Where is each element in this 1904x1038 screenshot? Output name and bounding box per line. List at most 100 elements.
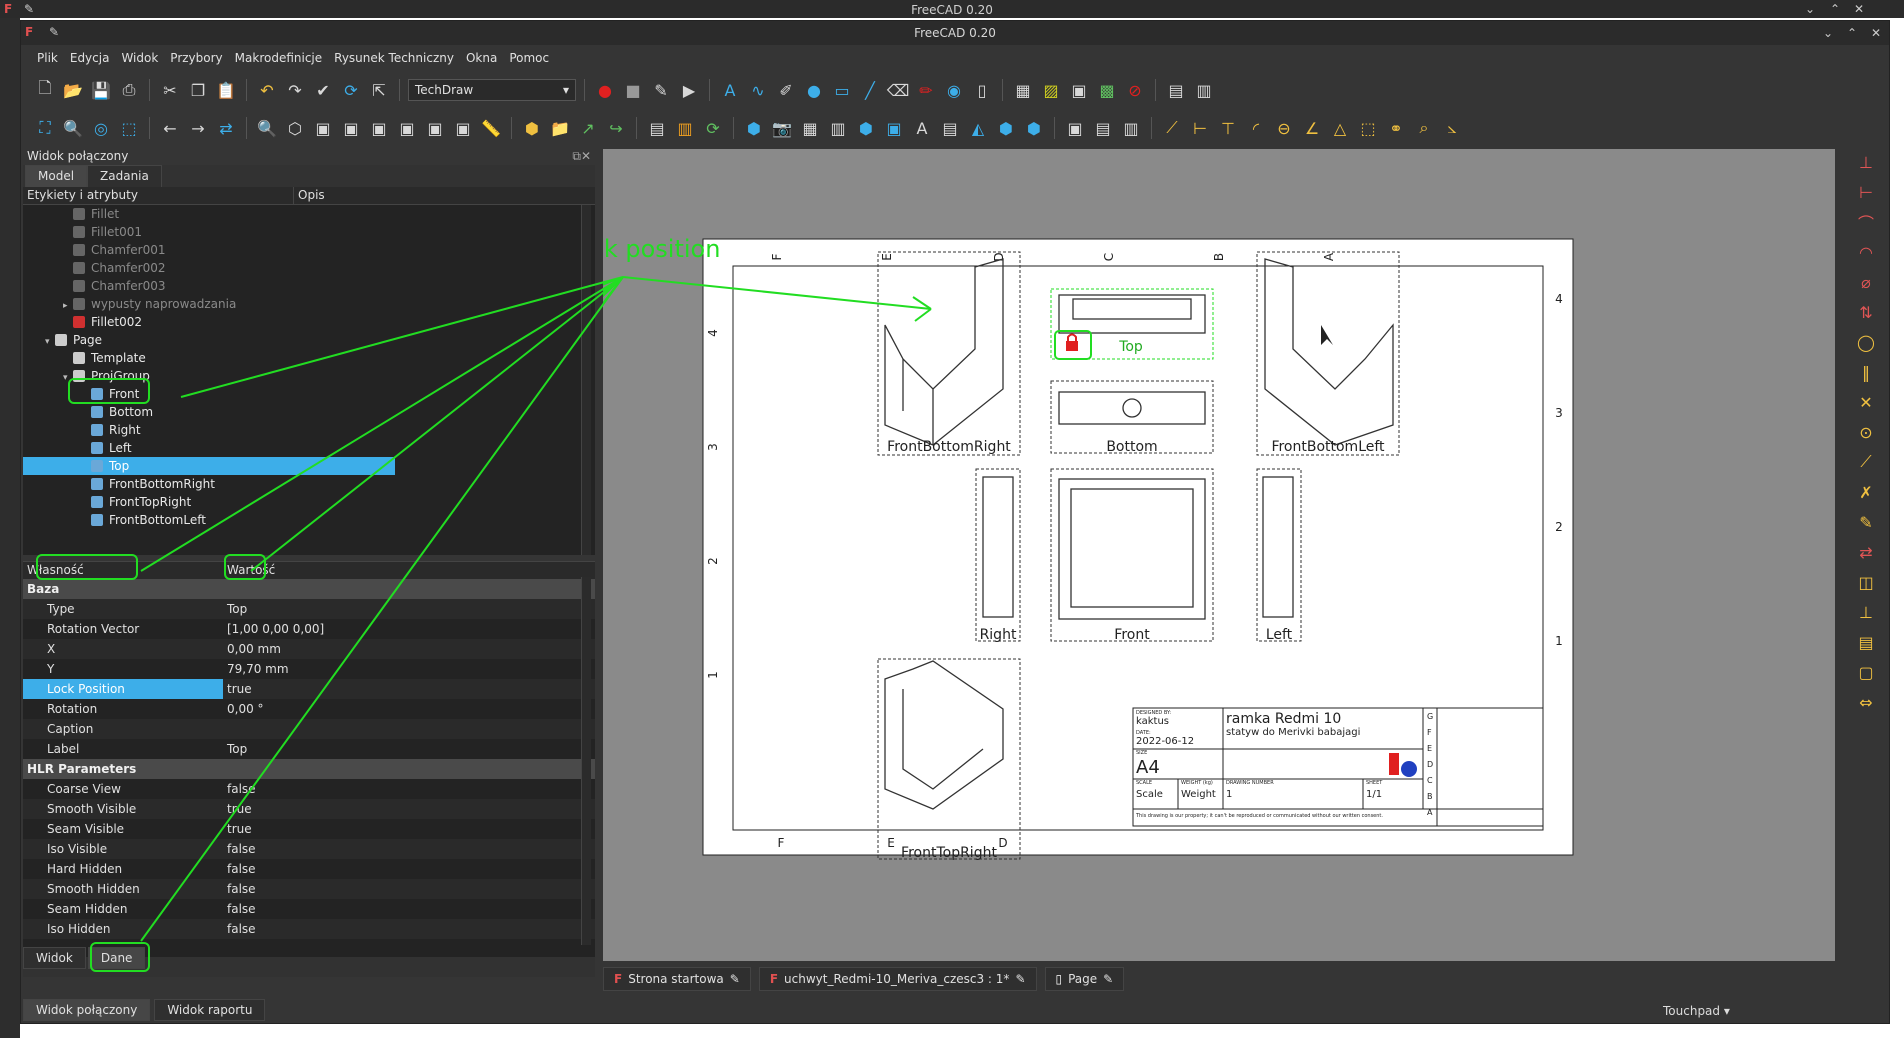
undo-icon[interactable]: ↶	[255, 78, 279, 102]
tab-zadania[interactable]: Zadania	[87, 165, 162, 187]
redo-icon[interactable]: ↷	[283, 78, 307, 102]
template-icon[interactable]: ▥	[673, 116, 697, 140]
length-dimension-icon[interactable]: ⟋	[1160, 116, 1184, 140]
property-value[interactable]: Top	[223, 739, 595, 759]
property-row-lock-position[interactable]: Lock Position true	[23, 679, 595, 699]
rear-view-icon[interactable]: ▣	[395, 116, 419, 140]
property-scrollbar[interactable]	[581, 577, 591, 945]
part-icon[interactable]: ⬢	[520, 116, 544, 140]
paste-icon[interactable]: 📋	[214, 78, 238, 102]
arc-length-icon[interactable]: ◠	[1843, 237, 1889, 267]
menu-okna[interactable]: Okna	[460, 49, 503, 69]
property-value[interactable]: [1,00 0,00 0,00]	[223, 619, 595, 639]
property-row-seam-visible[interactable]: Seam Visible true	[23, 819, 595, 839]
prop-col-value[interactable]: Wartość	[223, 562, 279, 579]
line-icon[interactable]: ╱	[858, 78, 882, 102]
dimension-chain-icon[interactable]: ⊥	[1843, 147, 1889, 177]
point-icon[interactable]: ●	[802, 78, 826, 102]
change-line-icon[interactable]: ⇄	[1843, 537, 1889, 567]
tree-item-chamfer002[interactable]: Chamfer002	[23, 259, 595, 277]
draft-view-icon[interactable]: ▣	[882, 116, 906, 140]
property-value[interactable]: false	[223, 859, 595, 879]
pen-icon[interactable]: ✏	[914, 78, 938, 102]
property-row-type[interactable]: Type Top	[23, 599, 595, 619]
whats-this-icon[interactable]: ⇱	[367, 78, 391, 102]
menu-widok[interactable]: Widok	[115, 49, 164, 69]
extent-dimension-icon[interactable]: ⬚	[1356, 116, 1380, 140]
tree-item-chamfer001[interactable]: Chamfer001	[23, 241, 595, 259]
tree-col-description[interactable]: Opis	[293, 187, 393, 204]
prop-col-property[interactable]: Własność	[23, 562, 223, 579]
macros-icon[interactable]: ✎	[649, 78, 673, 102]
close-icon[interactable]: ✕	[1871, 26, 1881, 40]
recompute-icon[interactable]: ⟳	[339, 78, 363, 102]
front-view-icon[interactable]: ▣	[311, 116, 335, 140]
centerline-icon[interactable]: ‖	[1843, 357, 1889, 387]
close-icon[interactable]: ✕	[1854, 2, 1864, 16]
clip-remove-icon[interactable]: ⬢	[1022, 116, 1046, 140]
copy-icon[interactable]: ❐	[186, 78, 210, 102]
tree-item-fillet[interactable]: Fillet	[23, 205, 595, 223]
tab-start-page[interactable]: F Strona startowa ✎	[603, 967, 751, 991]
tree-item-left[interactable]: Left	[23, 439, 595, 457]
property-row-caption[interactable]: Caption	[23, 719, 595, 739]
link-icon[interactable]: ⇄	[214, 116, 238, 140]
tab-dane[interactable]: Dane	[87, 947, 146, 969]
tree-item-top[interactable]: Top	[23, 457, 395, 475]
maximize-icon[interactable]: ⌃	[1830, 2, 1840, 16]
select-line-icon[interactable]: ◫	[1843, 567, 1889, 597]
close-tab-icon[interactable]: ✎	[730, 972, 740, 986]
tree-item-fillet002[interactable]: Fillet002	[23, 313, 595, 331]
symbol-icon[interactable]: ▣	[1067, 78, 1091, 102]
geom-hatch-icon[interactable]: ▨	[1039, 78, 1063, 102]
forward-icon[interactable]: →	[186, 116, 210, 140]
export-svg-icon[interactable]: ▤	[1164, 78, 1188, 102]
toggle-frame-icon[interactable]: ⊘	[1123, 78, 1147, 102]
tree-item-chamfer003[interactable]: Chamfer003	[23, 277, 595, 295]
cut-icon[interactable]: ✂	[158, 78, 182, 102]
property-value[interactable]: false	[223, 919, 595, 939]
tree-item-frontbottomright[interactable]: FrontBottomRight	[23, 475, 595, 493]
redraw-icon[interactable]: ⟳	[701, 116, 725, 140]
extend-icon[interactable]: ⇔	[1843, 687, 1889, 717]
tab-document[interactable]: Fuchwyt_Redmi-10_Meriva_czesc3 : 1* ✎	[758, 967, 1037, 991]
workbench-selector[interactable]: TechDraw ▾	[408, 79, 576, 101]
note-icon[interactable]: ✎	[1843, 507, 1889, 537]
draw-style-icon[interactable]: ◎	[89, 116, 113, 140]
property-value[interactable]: 79,70 mm	[223, 659, 595, 679]
property-row-coarse-view[interactable]: Coarse View false	[23, 779, 595, 799]
arch-view-icon[interactable]: A	[910, 116, 934, 140]
hatch-icon[interactable]: ▦	[1011, 78, 1035, 102]
property-value[interactable]: 0,00 mm	[223, 639, 595, 659]
property-value[interactable]: false	[223, 899, 595, 919]
property-row-smooth-hidden[interactable]: Smooth Hidden false	[23, 879, 595, 899]
property-value[interactable]: 0,00 °	[223, 699, 595, 719]
property-row-iso-hidden[interactable]: Iso Hidden false	[23, 919, 595, 939]
export-dxf-icon[interactable]: ▥	[1192, 78, 1216, 102]
tree-col-labels[interactable]: Etykiety i atrybuty	[23, 187, 293, 204]
cascade-icon[interactable]: ⊢	[1843, 177, 1889, 207]
cosmetic-circle-icon[interactable]: ⊙	[1843, 417, 1889, 447]
horizontal-dimension-icon[interactable]: ⊢	[1188, 116, 1212, 140]
section-view-icon[interactable]: ▥	[826, 116, 850, 140]
thread-icon[interactable]: ⌀	[1843, 267, 1889, 297]
tree-item-bottom[interactable]: Bottom	[23, 403, 595, 421]
area-icon[interactable]: ▢	[1843, 657, 1889, 687]
link-actions-icon[interactable]: ↪	[604, 116, 628, 140]
fit-all-icon[interactable]: ⛶	[33, 116, 57, 140]
tree-item-template[interactable]: Template	[23, 349, 595, 367]
std-views-icon[interactable]: 🔍	[255, 116, 279, 140]
spline-icon[interactable]: ∿	[746, 78, 770, 102]
property-group[interactable]: HLR Parameters	[23, 759, 595, 779]
tab-widok[interactable]: Widok	[23, 947, 86, 969]
circle-centerline-icon[interactable]: ◯	[1843, 327, 1889, 357]
close-tab-icon[interactable]: ✎	[1103, 972, 1113, 986]
tree-item-fillet001[interactable]: Fillet001	[23, 223, 595, 241]
record-macro-icon[interactable]: ●	[593, 78, 617, 102]
tree-item-right[interactable]: Right	[23, 421, 595, 439]
property-row-smooth-visible[interactable]: Smooth Visible true	[23, 799, 595, 819]
print-icon[interactable]: ⎙	[117, 78, 141, 102]
property-row-seam-hidden[interactable]: Seam Hidden false	[23, 899, 595, 919]
property-row-hard-hidden[interactable]: Hard Hidden false	[23, 859, 595, 879]
menu-edycja[interactable]: Edycja	[64, 49, 116, 69]
